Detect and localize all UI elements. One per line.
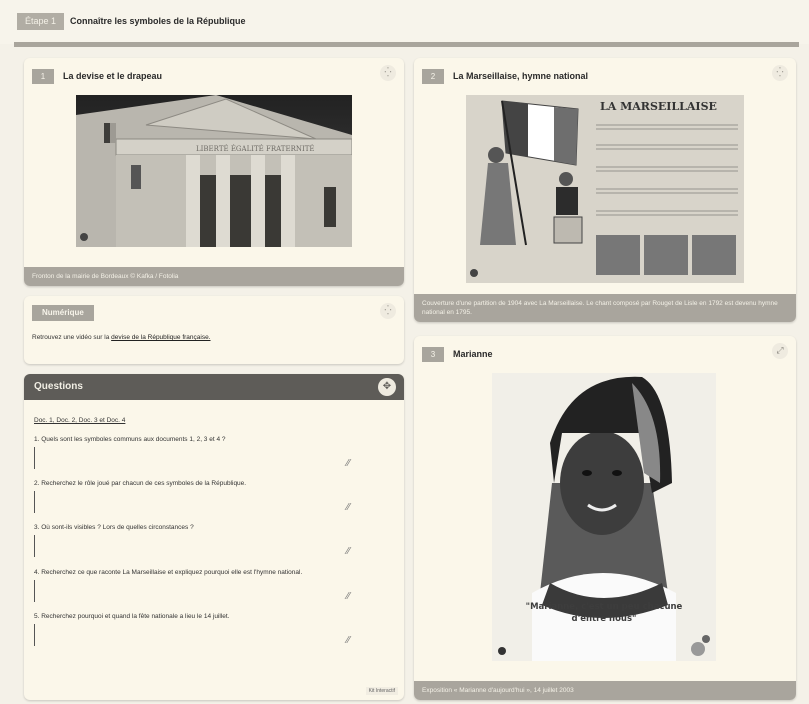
doc-card-header: 1 La devise et le drapeau	[32, 68, 162, 84]
resize-handle-icon[interactable]: ⁄⁄	[347, 635, 350, 646]
answer-field-3[interactable]: ⁄⁄	[34, 535, 350, 557]
answer-field-5[interactable]: ⁄⁄	[34, 624, 350, 646]
doc-title: La Marseillaise, hymne national	[453, 71, 589, 81]
question-5: 5. Recherchez pourquoi et quand la fête …	[34, 613, 230, 620]
questions-card: Questions ✥ Doc. 1, Doc. 2, Doc. 3 et Do…	[24, 374, 404, 700]
doc-card-3: 3 Marianne ⤢ "Marianne, c'est un peu cha…	[414, 336, 796, 700]
sheet-title: LA MARSEILLAISE	[600, 100, 717, 113]
kit-tag: Kit Interactif	[365, 687, 398, 695]
video-link[interactable]: devise de la République française.	[111, 334, 210, 341]
expand-icon[interactable]: ⁛	[772, 65, 788, 81]
numerique-text: Retrouvez une vidéo sur la devise de la …	[32, 334, 211, 341]
answer-field-4[interactable]: ⁄⁄	[34, 580, 350, 602]
mairie-facade-photo: LIBERTÉ ÉGALITÉ FRATERNITÉ	[76, 95, 352, 247]
question-1: 1. Quels sont les symboles communs aux d…	[34, 436, 226, 443]
engraving-text: LIBERTÉ ÉGALITÉ FRATERNITÉ	[196, 144, 315, 153]
doc-card-2: 2 La Marseillaise, hymne national ⁛ LA M…	[414, 58, 796, 322]
resize-handle-icon[interactable]: ⁄⁄	[347, 458, 350, 469]
questions-header: Questions ✥	[24, 374, 404, 400]
numerique-card: Numérique ⁛ Retrouvez une vidéo sur la d…	[24, 296, 404, 364]
doc-card-header: 2 La Marseillaise, hymne national	[422, 68, 588, 84]
doc-card-1: 1 La devise et le drapeau ⁛ LIBERTÉ ÉGAL…	[24, 58, 404, 286]
numerique-badge: Numérique	[32, 305, 94, 321]
doc-title: Marianne	[453, 349, 493, 359]
question-2: 2. Recherchez le rôle joué par chacun de…	[34, 480, 247, 487]
doc-caption: Exposition « Marianne d'aujourd'hui », 1…	[414, 680, 796, 700]
answer-field-1[interactable]: ⁄⁄	[34, 447, 350, 469]
fullscreen-icon[interactable]: ✥	[378, 378, 396, 396]
question-4: 4. Recherchez ce que raconte La Marseill…	[34, 569, 303, 576]
expand-icon[interactable]: ⁛	[380, 65, 396, 81]
resize-handle-icon[interactable]: ⁄⁄	[347, 546, 350, 557]
resize-handle-icon[interactable]: ⁄⁄	[347, 591, 350, 602]
question-3: 3. Où sont-ils visibles ? Lors de quelle…	[34, 524, 194, 531]
step-divider	[14, 42, 799, 47]
expand-icon[interactable]: ⁛	[380, 303, 396, 319]
expand-icon[interactable]: ⤢	[772, 343, 788, 359]
doc-caption: Couverture d'une partition de 1904 avec …	[414, 293, 796, 322]
marseillaise-partition-image: LA MARSEILLAISE	[466, 95, 744, 283]
marianne-poster-image: "Marianne, c'est un peu chacune d'entre …	[492, 373, 716, 661]
svg-text:"Marianne, c'est un peu chacun: "Marianne, c'est un peu chacune	[526, 602, 683, 612]
svg-text:d'entre nous": d'entre nous"	[572, 614, 637, 624]
doc-number-badge: 1	[32, 68, 54, 84]
doc-number-badge: 3	[422, 346, 444, 362]
step-header: Étape 1 Connaître les symboles de la Rép…	[0, 0, 809, 44]
questions-title: Questions	[34, 381, 83, 392]
doc-card-header: 3 Marianne	[422, 346, 493, 362]
doc-caption: Fronton de la mairie de Bordeaux © Kafka…	[24, 266, 404, 286]
answer-field-2[interactable]: ⁄⁄	[34, 491, 350, 513]
step-title: Connaître les symboles de la République	[70, 16, 246, 26]
step-badge: Étape 1	[17, 13, 65, 30]
resize-handle-icon[interactable]: ⁄⁄	[347, 502, 350, 513]
doc-number-badge: 2	[422, 68, 444, 84]
doc-title: La devise et le drapeau	[63, 71, 163, 81]
questions-doc-refs: Doc. 1, Doc. 2, Doc. 3 et Doc. 4	[34, 417, 126, 424]
